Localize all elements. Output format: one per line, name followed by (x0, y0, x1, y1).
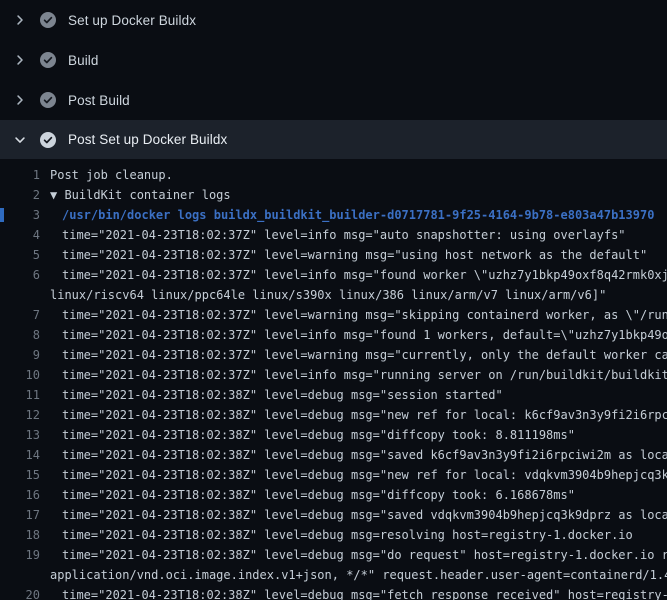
log-line-number[interactable]: 4 (0, 225, 40, 245)
log-line-17: 17time="2021-04-23T18:02:38Z" level=debu… (0, 505, 667, 525)
log-line-number[interactable]: 16 (0, 485, 40, 505)
group-title[interactable]: BuildKit container logs (64, 188, 230, 202)
log-line-text: time="2021-04-23T18:02:38Z" level=debug … (40, 485, 667, 505)
log-line-text: time="2021-04-23T18:02:38Z" level=debug … (40, 445, 667, 465)
check-circle-icon (40, 12, 56, 28)
step-label: Post Build (68, 93, 130, 108)
step-label: Build (68, 53, 99, 68)
log-line-number[interactable]: 20 (0, 585, 40, 600)
chevron-right-icon[interactable] (12, 12, 28, 28)
log-line-number[interactable]: 12 (0, 405, 40, 425)
step-label: Set up Docker Buildx (68, 13, 196, 28)
log-line-18: 18time="2021-04-23T18:02:38Z" level=debu… (0, 525, 667, 545)
log-line-1: 1Post job cleanup. (0, 165, 667, 185)
log-line-text: time="2021-04-23T18:02:38Z" level=debug … (40, 385, 667, 405)
log-line-wrap: application/vnd.oci.image.index.v1+json,… (0, 565, 667, 585)
log-line-number[interactable]: 19 (0, 545, 40, 565)
step-header-set-up-docker-buildx[interactable]: Set up Docker Buildx (0, 0, 667, 40)
log-line-13: 13time="2021-04-23T18:02:38Z" level=debu… (0, 425, 667, 445)
log-line-number[interactable]: 3 (0, 205, 40, 225)
log-line-2: 2▼ BuildKit container logs (0, 185, 667, 205)
log-line-4: 4time="2021-04-23T18:02:37Z" level=info … (0, 225, 667, 245)
log-line-19: 19time="2021-04-23T18:02:38Z" level=debu… (0, 545, 667, 565)
check-circle-icon (40, 52, 56, 68)
check-circle-icon (40, 132, 56, 148)
log-line-text: time="2021-04-23T18:02:37Z" level=info m… (40, 225, 667, 245)
step-list: Set up Docker Buildx Build Post Build Post … (0, 0, 667, 159)
log-line-text: Post job cleanup. (40, 165, 667, 185)
chevron-down-icon[interactable] (12, 132, 28, 148)
log-line-14: 14time="2021-04-23T18:02:38Z" level=debu… (0, 445, 667, 465)
chevron-right-icon[interactable] (12, 52, 28, 68)
log-line-number[interactable]: 5 (0, 245, 40, 265)
log-line-10: 10time="2021-04-23T18:02:37Z" level=info… (0, 365, 667, 385)
log-line-text: time="2021-04-23T18:02:37Z" level=info m… (40, 325, 667, 345)
workflow-log-viewer: Set up Docker Buildx Build Post Build Post … (0, 0, 667, 600)
log-line-7: 7time="2021-04-23T18:02:37Z" level=warni… (0, 305, 667, 325)
log-line-wrap: linux/riscv64 linux/ppc64le linux/s390x … (0, 285, 667, 305)
log-line-number[interactable]: 6 (0, 265, 40, 285)
log-line-text: time="2021-04-23T18:02:37Z" level=warnin… (40, 345, 667, 365)
log-line-text: time="2021-04-23T18:02:38Z" level=debug … (40, 425, 667, 445)
log-line-text: linux/riscv64 linux/ppc64le linux/s390x … (40, 285, 667, 305)
log-line-text: time="2021-04-23T18:02:38Z" level=debug … (40, 505, 667, 525)
log-line-text: time="2021-04-23T18:02:37Z" level=warnin… (40, 245, 667, 265)
log-line-number[interactable]: 10 (0, 365, 40, 385)
log-line-text: ▼ BuildKit container logs (40, 185, 667, 205)
step-header-build[interactable]: Build (0, 40, 667, 80)
log-line-8: 8time="2021-04-23T18:02:37Z" level=info … (0, 325, 667, 345)
log-line-12: 12time="2021-04-23T18:02:38Z" level=debu… (0, 405, 667, 425)
log-line-number[interactable]: 15 (0, 465, 40, 485)
log-line-9: 9time="2021-04-23T18:02:37Z" level=warni… (0, 345, 667, 365)
log-line-number[interactable]: 13 (0, 425, 40, 445)
log-line-5: 5time="2021-04-23T18:02:37Z" level=warni… (0, 245, 667, 265)
step-header-post-build[interactable]: Post Build (0, 80, 667, 120)
log-line-number (0, 285, 40, 305)
log-line-text: time="2021-04-23T18:02:38Z" level=debug … (40, 525, 667, 545)
log-line-number[interactable]: 2 (0, 185, 40, 205)
log-line-text: time="2021-04-23T18:02:37Z" level=info m… (40, 265, 667, 285)
log-line-text: time="2021-04-23T18:02:37Z" level=warnin… (40, 305, 667, 325)
log-panel: 1Post job cleanup.2▼ BuildKit container … (0, 159, 667, 600)
log-line-11: 11time="2021-04-23T18:02:38Z" level=debu… (0, 385, 667, 405)
log-line-number[interactable]: 7 (0, 305, 40, 325)
log-line-number[interactable]: 11 (0, 385, 40, 405)
log-line-number[interactable]: 18 (0, 525, 40, 545)
group-collapse-caret-icon[interactable]: ▼ (50, 188, 64, 202)
log-line-15: 15time="2021-04-23T18:02:38Z" level=debu… (0, 465, 667, 485)
log-line-number[interactable]: 1 (0, 165, 40, 185)
log-line-3: 3/usr/bin/docker logs buildx_buildkit_bu… (0, 205, 667, 225)
log-line-text: time="2021-04-23T18:02:37Z" level=info m… (40, 365, 667, 385)
step-label: Post Set up Docker Buildx (68, 132, 227, 147)
check-circle-icon (40, 92, 56, 108)
log-line-text: time="2021-04-23T18:02:38Z" level=debug … (40, 585, 667, 600)
log-line-number[interactable]: 8 (0, 325, 40, 345)
log-line-number[interactable]: 9 (0, 345, 40, 365)
log-line-6: 6time="2021-04-23T18:02:37Z" level=info … (0, 265, 667, 285)
log-line-text: time="2021-04-23T18:02:38Z" level=debug … (40, 545, 667, 565)
log-line-number[interactable]: 17 (0, 505, 40, 525)
chevron-right-icon[interactable] (12, 92, 28, 108)
log-line-text: application/vnd.oci.image.index.v1+json,… (40, 565, 667, 585)
log-line-number (0, 565, 40, 585)
log-line-text: time="2021-04-23T18:02:38Z" level=debug … (40, 405, 667, 425)
log-command-text: /usr/bin/docker logs buildx_buildkit_bui… (40, 205, 667, 225)
log-line-16: 16time="2021-04-23T18:02:38Z" level=debu… (0, 485, 667, 505)
step-header-post-set-up-docker-buildx[interactable]: Post Set up Docker Buildx (0, 120, 667, 159)
log-line-number[interactable]: 14 (0, 445, 40, 465)
log-line-text: time="2021-04-23T18:02:38Z" level=debug … (40, 465, 667, 485)
log-line-20: 20time="2021-04-23T18:02:38Z" level=debu… (0, 585, 667, 600)
